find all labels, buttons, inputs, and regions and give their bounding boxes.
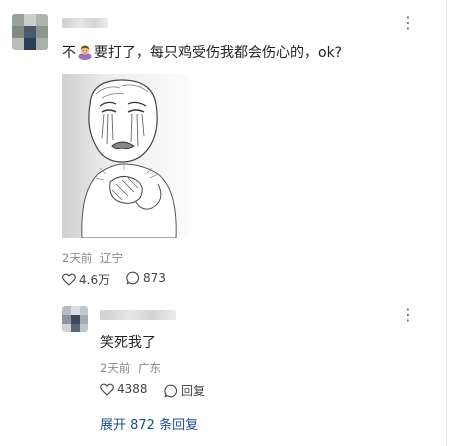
heart-icon <box>62 273 76 286</box>
reply-username-blurred[interactable] <box>100 310 176 320</box>
reply-count: 873 <box>143 271 166 285</box>
heart-icon <box>100 383 114 396</box>
comment-time: 2天前 <box>62 251 93 265</box>
more-options-icon[interactable]: ⋮ <box>400 15 416 31</box>
expand-replies-link[interactable]: 展开 872 条回复 <box>100 414 198 433</box>
reply-time: 2天前 <box>100 361 131 375</box>
reply-meta: 2天前 广东 <box>100 360 161 376</box>
reply-location: 广东 <box>137 361 161 375</box>
reply-like-count: 4388 <box>117 382 148 396</box>
reply-avatar[interactable] <box>62 306 88 332</box>
like-button[interactable]: 4.6万 <box>62 271 110 288</box>
reply-button[interactable]: 873 <box>126 271 166 285</box>
reply-more-options-icon[interactable]: ⋮ <box>400 307 416 323</box>
crying-meme-illustration <box>62 74 188 238</box>
username-blurred[interactable] <box>62 18 108 28</box>
comment-text-suffix: 要打了，每只鸡受伤我都会伤心的，ok? <box>94 45 343 61</box>
person-gesture-emoji-icon <box>77 44 93 60</box>
comment-bubble-icon <box>164 384 177 398</box>
comment-location: 辽宁 <box>99 251 123 265</box>
comment-text: 不 要打了，每只鸡受伤我都会伤心的，ok? <box>62 42 342 62</box>
reply-reply-label: 回复 <box>181 384 206 398</box>
reply-like-button[interactable]: 4388 <box>100 382 148 396</box>
avatar[interactable] <box>12 14 48 50</box>
reply-reply-button[interactable]: 回复 <box>164 382 205 399</box>
like-count: 4.6万 <box>79 273 111 287</box>
comment-meta: 2天前 辽宁 <box>62 250 123 266</box>
comment-bubble-icon <box>126 271 139 285</box>
comment-text-prefix: 不 <box>62 45 76 61</box>
comment-image[interactable] <box>62 74 188 238</box>
comment-thread: ⋮ 不 要打了，每只鸡受伤我都会伤心的，ok? 2天前 辽宁 4.6万 873 … <box>0 0 447 446</box>
reply-text: 笑死我了 <box>100 335 156 351</box>
